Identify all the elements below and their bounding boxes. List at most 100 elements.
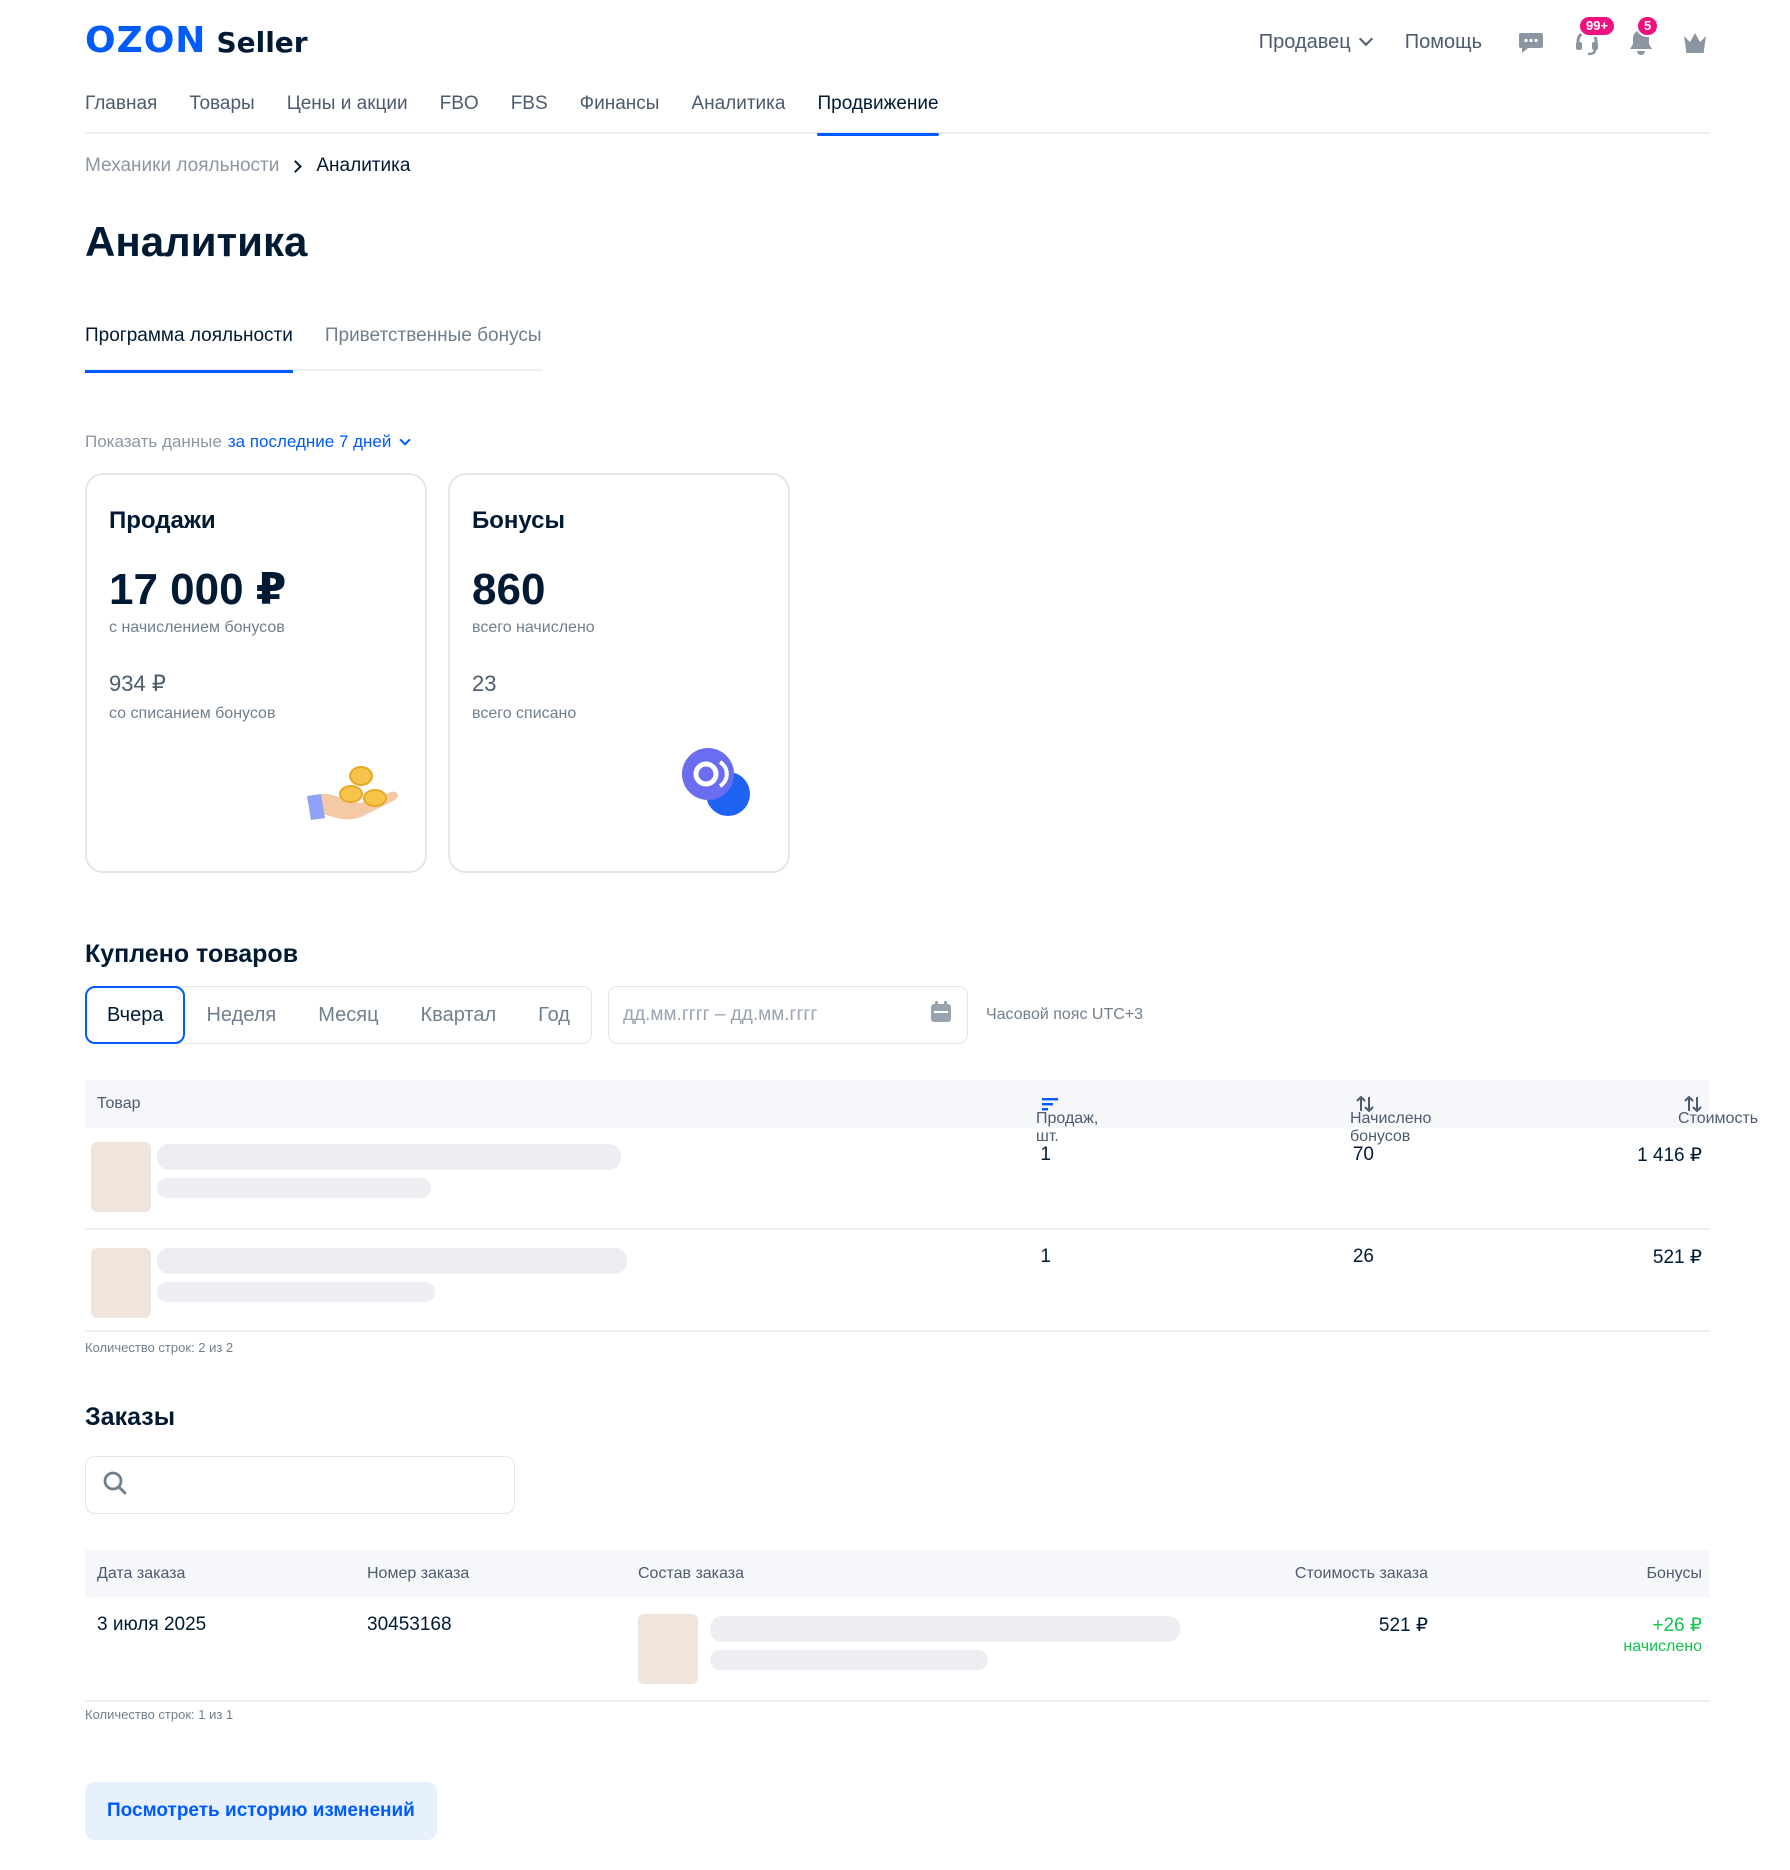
column-sales[interactable]: Продаж, шт. bbox=[1036, 1095, 1098, 1145]
nav-item-promotion[interactable]: Продвижение bbox=[817, 90, 939, 136]
row-bonuses: 26 bbox=[1352, 1246, 1374, 1267]
notifications-badge: 5 bbox=[1636, 15, 1660, 37]
nav-item-home[interactable]: Главная bbox=[85, 90, 157, 134]
row-cost: 1 416 ₽ bbox=[1637, 1145, 1702, 1166]
period-week[interactable]: Неделя bbox=[185, 986, 297, 1044]
sales-main-value: 17 000 ₽ bbox=[109, 565, 287, 614]
chat-icon[interactable] bbox=[1516, 27, 1546, 57]
breadcrumb-current: Аналитика bbox=[316, 155, 411, 176]
bonuses-card: Бонусы 860 всего начислено 23 всего спис… bbox=[448, 473, 790, 873]
chevron-down-icon[interactable] bbox=[399, 433, 412, 446]
orders-row-count: Количество строк: 1 из 1 bbox=[85, 1707, 234, 1722]
help-link[interactable]: Помощь bbox=[1405, 31, 1482, 54]
column-cost-label: Стоимость bbox=[1678, 1110, 1759, 1127]
coins-in-hand-icon bbox=[305, 758, 405, 833]
nav-item-finance[interactable]: Финансы bbox=[580, 90, 660, 134]
nav-item-products[interactable]: Товары bbox=[189, 90, 254, 134]
support-icon[interactable]: 99+ bbox=[1572, 15, 1617, 57]
table-header: Дата заказа Номер заказа Состав заказа С… bbox=[85, 1550, 1710, 1598]
seller-label: Продавец bbox=[1258, 30, 1351, 53]
column-order-bonuses[interactable]: Бонусы bbox=[1646, 1565, 1702, 1583]
orders-table: Дата заказа Номер заказа Состав заказа С… bbox=[85, 1550, 1710, 1702]
nav-item-fbo[interactable]: FBO bbox=[440, 90, 479, 134]
orders-search[interactable] bbox=[85, 1456, 515, 1514]
order-number[interactable]: 30453168 bbox=[367, 1614, 452, 1636]
view-history-button[interactable]: Посмотреть историю изменений bbox=[85, 1782, 437, 1840]
bonuses-main-value: 860 bbox=[472, 565, 546, 614]
period-selector: Показать данные за последние 7 дней bbox=[85, 432, 412, 452]
period-quarter[interactable]: Квартал bbox=[400, 986, 518, 1044]
bonuses-main-caption: всего начислено bbox=[472, 619, 595, 636]
column-order-cost[interactable]: Стоимость заказа bbox=[1295, 1565, 1428, 1583]
ozon-seller-logo[interactable]: OZON Seller bbox=[85, 20, 308, 61]
row-cost: 521 ₽ bbox=[1652, 1247, 1702, 1268]
period-label: Показать данные bbox=[85, 432, 222, 451]
product-name-placeholder bbox=[710, 1616, 1180, 1642]
purchased-filters: Вчера Неделя Месяц Квартал Год дд.мм.ггг… bbox=[85, 986, 1143, 1044]
support-badge: 99+ bbox=[1578, 15, 1617, 37]
product-thumbnail[interactable] bbox=[91, 1248, 151, 1318]
nav-item-fbs[interactable]: FBS bbox=[511, 90, 548, 134]
tab-loyalty-program[interactable]: Программа лояльности bbox=[85, 325, 293, 373]
column-order-content[interactable]: Состав заказа bbox=[638, 1565, 744, 1583]
column-bonuses[interactable]: Начислено бонусов bbox=[1350, 1095, 1431, 1145]
table-row[interactable]: 3 июля 2025 30453168 521 ₽ +26 ₽ начисле… bbox=[85, 1598, 1710, 1702]
column-cost[interactable]: Стоимость bbox=[1678, 1095, 1758, 1127]
period-segmented-control: Вчера Неделя Месяц Квартал Год bbox=[85, 986, 592, 1044]
logo-product: Seller bbox=[216, 26, 308, 59]
search-icon bbox=[102, 1470, 128, 1501]
product-sku-placeholder bbox=[157, 1282, 435, 1302]
purchased-title: Куплено товаров bbox=[85, 940, 299, 968]
product-sku-placeholder bbox=[710, 1650, 988, 1670]
purchased-row-count: Количество строк: 2 из 2 bbox=[85, 1340, 234, 1355]
period-month[interactable]: Месяц bbox=[297, 986, 399, 1044]
nav-item-prices[interactable]: Цены и акции bbox=[287, 90, 408, 134]
order-cost: 521 ₽ bbox=[1378, 1615, 1428, 1636]
page-title: Аналитика bbox=[85, 218, 308, 265]
sales-main-caption: с начислением бонусов bbox=[109, 619, 285, 636]
crown-icon[interactable] bbox=[1680, 27, 1710, 57]
table-row[interactable]: 1 26 521 ₽ bbox=[85, 1230, 1710, 1332]
tab-welcome-bonuses[interactable]: Приветственные бонусы bbox=[325, 325, 542, 371]
sort-desc-icon bbox=[1042, 1097, 1058, 1111]
calendar-icon[interactable] bbox=[929, 1000, 953, 1030]
row-bonuses: 70 bbox=[1352, 1144, 1374, 1165]
orders-title: Заказы bbox=[85, 1403, 176, 1431]
column-order-date[interactable]: Дата заказа bbox=[97, 1565, 185, 1583]
analytics-tabs: Программа лояльности Приветственные бону… bbox=[85, 325, 542, 373]
search-input[interactable] bbox=[138, 1474, 498, 1496]
date-range-input[interactable]: дд.мм.гггг – дд.мм.гггг bbox=[607, 986, 968, 1044]
table-row[interactable]: 1 70 1 416 ₽ bbox=[85, 1128, 1710, 1230]
period-dropdown[interactable]: за последние 7 дней bbox=[228, 432, 392, 452]
product-name-placeholder bbox=[157, 1248, 627, 1274]
chevron-down-icon bbox=[1358, 31, 1373, 47]
column-product[interactable]: Товар bbox=[97, 1095, 141, 1113]
product-name-placeholder bbox=[157, 1144, 621, 1170]
bonus-coin-icon bbox=[678, 746, 754, 827]
product-thumbnail[interactable] bbox=[638, 1614, 698, 1684]
order-bonus-status: начислено bbox=[1623, 1638, 1702, 1655]
column-order-number[interactable]: Номер заказа bbox=[367, 1565, 469, 1583]
row-sales: 1 bbox=[1040, 1246, 1051, 1267]
period-yesterday[interactable]: Вчера bbox=[85, 986, 186, 1044]
bonuses-secondary-caption: всего списано bbox=[472, 705, 577, 722]
bonuses-secondary-value: 23 bbox=[472, 671, 497, 696]
bell-icon[interactable]: 5 bbox=[1626, 15, 1660, 57]
header-actions: Продавец Помощь 99+ 5 bbox=[1258, 15, 1710, 62]
logo-brand: OZON bbox=[85, 20, 207, 61]
sales-secondary-caption: со списанием бонусов bbox=[109, 705, 276, 722]
date-range-placeholder: дд.мм.гггг – дд.мм.гггг bbox=[622, 1004, 818, 1025]
product-sku-placeholder bbox=[157, 1178, 431, 1198]
table-header: Товар Продаж, шт. Начислено бонусов Стои… bbox=[85, 1080, 1758, 1145]
top-header: OZON Seller Продавец Помощь 99+ 5 bbox=[85, 15, 1710, 80]
product-thumbnail[interactable] bbox=[91, 1142, 151, 1212]
period-year[interactable]: Год bbox=[517, 986, 591, 1044]
bonuses-card-title: Бонусы bbox=[472, 507, 565, 534]
nav-item-analytics[interactable]: Аналитика bbox=[691, 90, 785, 134]
main-nav: Главная Товары Цены и акции FBO FBS Фина… bbox=[85, 90, 1710, 136]
sales-secondary-value: 934 ₽ bbox=[109, 671, 166, 696]
breadcrumb: Механики лояльности Аналитика bbox=[85, 155, 410, 177]
seller-menu[interactable]: Продавец bbox=[1258, 30, 1373, 54]
breadcrumb-parent[interactable]: Механики лояльности bbox=[85, 155, 279, 177]
purchased-table: Товар Продаж, шт. Начислено бонусов Стои… bbox=[85, 1080, 1758, 1332]
